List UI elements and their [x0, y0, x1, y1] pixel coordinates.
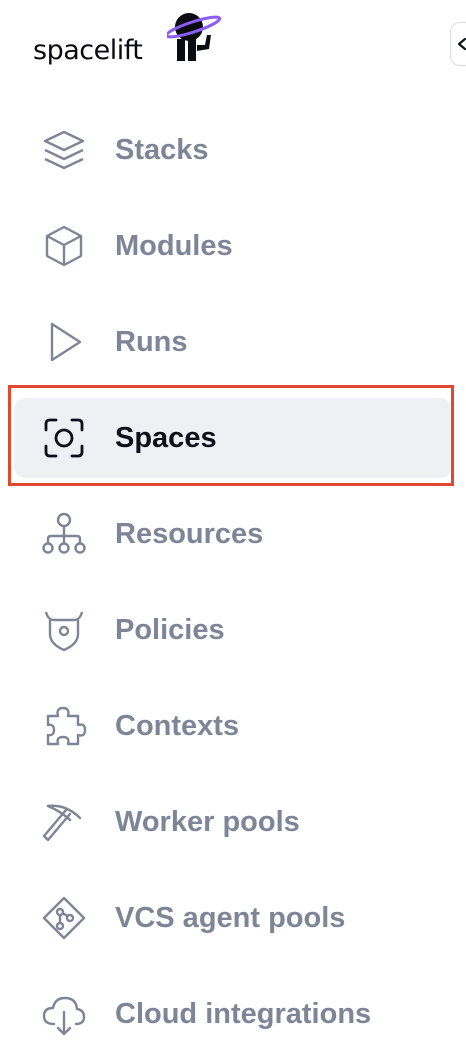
cloud-upload-icon	[42, 996, 86, 1036]
sidebar-item-resources[interactable]: Resources	[14, 494, 452, 574]
sidebar-item-label: Stacks	[115, 134, 209, 166]
astronaut-mascot-icon	[167, 13, 222, 61]
git-diamond-icon	[42, 896, 86, 940]
chevron-left-icon	[457, 37, 466, 51]
sidebar-item-policies[interactable]: Policies	[14, 590, 452, 670]
puzzle-icon	[46, 706, 87, 746]
shield-horns-icon	[44, 611, 84, 652]
collapse-sidebar-button[interactable]	[450, 22, 466, 66]
sidebar-item-stacks[interactable]: Stacks	[14, 110, 452, 190]
sidebar-item-label: Contexts	[115, 710, 240, 742]
sidebar-item-modules[interactable]: Modules	[14, 206, 452, 286]
highlight-box	[8, 385, 454, 486]
sidebar-item-vcs-agent-pools[interactable]: VCS agent pools	[14, 878, 452, 958]
sidebar-item-label: Resources	[115, 518, 264, 550]
sidebar-item-contexts[interactable]: Contexts	[14, 686, 452, 766]
play-icon	[50, 322, 82, 362]
spacelift-logo[interactable]: spacelift	[33, 5, 233, 75]
sidebar-item-label: Policies	[115, 614, 225, 646]
hierarchy-icon	[42, 512, 86, 554]
sidebar-item-label: Cloud integrations	[115, 998, 372, 1030]
stacks-icon	[43, 130, 85, 170]
cube-icon	[45, 225, 83, 267]
sidebar-item-label: Worker pools	[115, 806, 300, 838]
sidebar-item-label: VCS agent pools	[115, 902, 346, 934]
pickaxe-icon	[42, 804, 82, 842]
sidebar-item-label: Runs	[115, 326, 188, 358]
brand-name: spacelift	[33, 35, 143, 66]
sidebar-item-cloud-integrations[interactable]: Cloud integrations	[14, 974, 452, 1054]
sidebar-item-worker-pools[interactable]: Worker pools	[14, 782, 452, 862]
sidebar-item-runs[interactable]: Runs	[14, 302, 452, 382]
sidebar-item-label: Modules	[115, 230, 233, 262]
